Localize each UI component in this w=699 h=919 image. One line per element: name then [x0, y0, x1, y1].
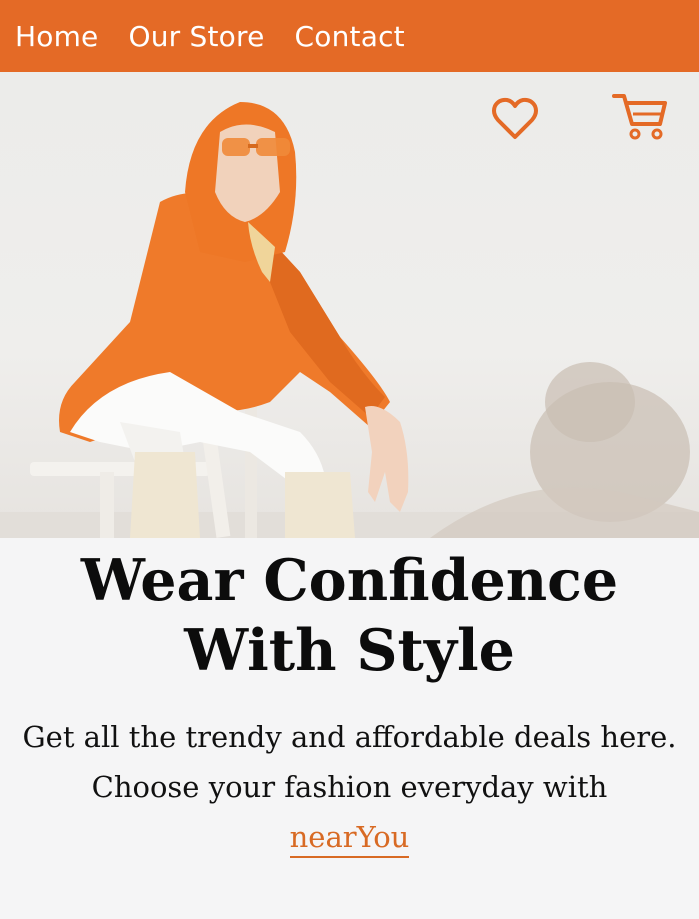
headline-line-1: Wear Confidence — [80, 547, 619, 614]
heart-icon[interactable] — [490, 96, 540, 142]
nav-home-link[interactable]: Home — [15, 20, 99, 53]
hero-headline: Wear Confidence With Style — [0, 546, 699, 686]
headline-line-2: With Style — [184, 617, 515, 684]
top-navbar: Home Our Store Contact — [0, 0, 699, 72]
cart-icon[interactable] — [610, 90, 668, 142]
nav-our-store-link[interactable]: Our Store — [129, 20, 265, 53]
tagline-line-1: Get all the trendy and affordable deals … — [22, 720, 677, 754]
hero-tagline: Get all the trendy and affordable deals … — [20, 712, 679, 862]
nav-contact-link[interactable]: Contact — [295, 20, 405, 53]
hero-banner — [0, 72, 699, 538]
hero-photo — [0, 102, 699, 538]
tagline-line-2: Choose your fashion everyday with — [91, 770, 608, 804]
page: Home Our Store Contact Wear Confidence W… — [0, 0, 699, 919]
brand-link[interactable]: nearYou — [289, 820, 410, 858]
